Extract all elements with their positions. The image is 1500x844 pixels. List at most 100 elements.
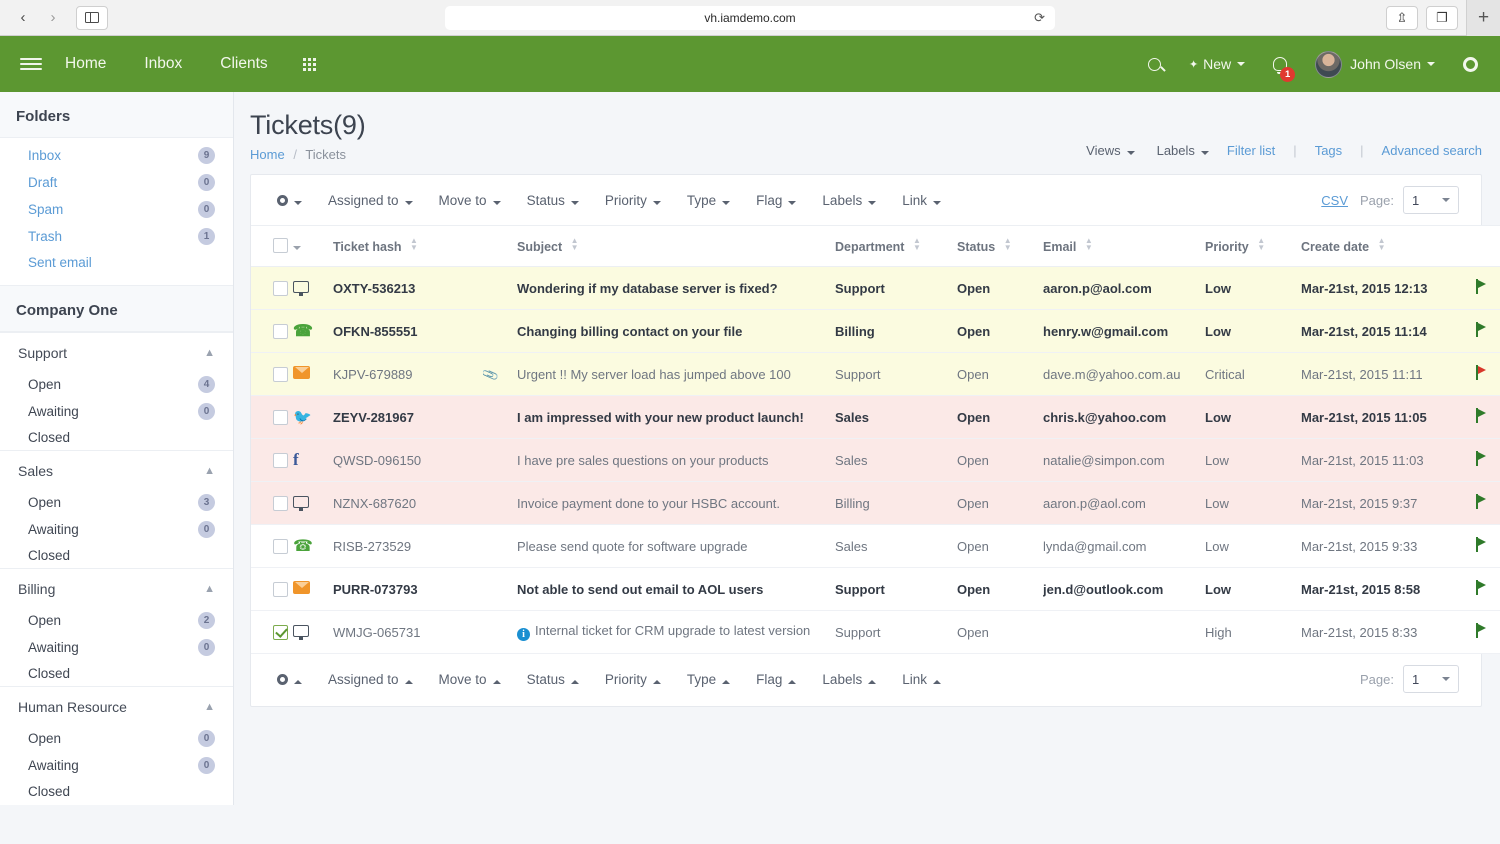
row-checkbox[interactable]: [273, 410, 288, 425]
settings-button[interactable]: [1449, 57, 1500, 72]
row-ticket-hash[interactable]: ZEYV-281967: [333, 396, 483, 439]
share-icon[interactable]: ⇫: [1386, 6, 1418, 30]
user-menu[interactable]: John Olsen: [1301, 51, 1449, 78]
bottom-move-to[interactable]: Move to: [439, 672, 501, 687]
bottom-link[interactable]: Link: [902, 672, 941, 687]
bottom-labels[interactable]: Labels: [822, 672, 876, 687]
row-checkbox[interactable]: [273, 367, 288, 382]
row-flag-cell[interactable]: [1473, 482, 1500, 525]
row-subject[interactable]: Urgent !! My server load has jumped abov…: [517, 353, 835, 396]
sidebar-item-hr-awaiting[interactable]: Awaiting 0: [0, 752, 233, 779]
table-row[interactable]: 🐦ZEYV-281967I am impressed with your new…: [251, 396, 1500, 439]
sidebar-group-sales[interactable]: Sales ▲: [0, 450, 233, 489]
row-checkbox[interactable]: [273, 281, 288, 296]
row-subject[interactable]: Not able to send out email to AOL users: [517, 568, 835, 611]
bottom-type[interactable]: Type: [687, 672, 730, 687]
sidebar-item-billing-awaiting[interactable]: Awaiting 0: [0, 634, 233, 661]
row-subject[interactable]: Wondering if my database server is fixed…: [517, 267, 835, 310]
sidebar-item-sales-closed[interactable]: Closed: [0, 543, 233, 568]
row-subject[interactable]: Invoice payment done to your HSBC accoun…: [517, 482, 835, 525]
row-checkbox[interactable]: [273, 324, 288, 339]
hamburger-icon[interactable]: [16, 54, 46, 74]
row-subject[interactable]: Changing billing contact on your file: [517, 310, 835, 353]
toolbar-status[interactable]: Status: [527, 193, 579, 208]
select-all-checkbox[interactable]: [273, 238, 288, 253]
row-flag-cell[interactable]: [1473, 525, 1500, 568]
apps-grid-icon[interactable]: [303, 58, 316, 71]
sidebar-group-human-resource[interactable]: Human Resource ▲: [0, 686, 233, 725]
row-flag-cell[interactable]: [1473, 267, 1500, 310]
row-checkbox[interactable]: [273, 453, 288, 468]
notifications-button[interactable]: 1: [1259, 57, 1301, 71]
nav-link-home[interactable]: Home: [46, 36, 125, 92]
views-dropdown[interactable]: Views: [1086, 143, 1134, 158]
table-row[interactable]: OXTY-536213Wondering if my database serv…: [251, 267, 1500, 310]
row-flag-cell[interactable]: [1473, 353, 1500, 396]
row-subject[interactable]: I am impressed with your new product lau…: [517, 396, 835, 439]
filter-list-link[interactable]: Filter list: [1227, 143, 1275, 158]
forward-icon[interactable]: ›: [40, 6, 66, 30]
sidebar-group-billing[interactable]: Billing ▲: [0, 568, 233, 607]
table-row[interactable]: ☎RISB-273529Please send quote for softwa…: [251, 525, 1500, 568]
col-ticket-hash[interactable]: Ticket hash ▲▼: [333, 226, 483, 267]
bottom-assigned-to[interactable]: Assigned to: [328, 672, 413, 687]
toolbar-settings-button[interactable]: [277, 193, 302, 208]
tabs-overview-icon[interactable]: ❐: [1426, 6, 1458, 30]
col-department[interactable]: Department ▲▼: [835, 226, 957, 267]
row-ticket-hash[interactable]: NZNX-687620: [333, 482, 483, 525]
row-checkbox[interactable]: [273, 582, 288, 597]
sidebar-item-draft[interactable]: Draft 0: [0, 169, 233, 196]
csv-export-link[interactable]: CSV: [1321, 193, 1348, 208]
sidebar-item-support-closed[interactable]: Closed: [0, 425, 233, 450]
table-row[interactable]: PURR-073793Not able to send out email to…: [251, 568, 1500, 611]
toolbar-flag[interactable]: Flag: [756, 193, 796, 208]
advanced-search-link[interactable]: Advanced search: [1382, 143, 1482, 158]
reload-icon[interactable]: ⟳: [1034, 10, 1045, 26]
address-bar[interactable]: vh.iamdemo.com ⟳: [445, 6, 1055, 30]
tags-link[interactable]: Tags: [1315, 143, 1342, 158]
table-row[interactable]: KJPV-679889📎Urgent !! My server load has…: [251, 353, 1500, 396]
table-row[interactable]: ☎OFKN-855551Changing billing contact on …: [251, 310, 1500, 353]
back-icon[interactable]: ‹: [10, 6, 36, 30]
table-row[interactable]: WMJG-065731 iInternal ticket for CRM upgr…: [251, 611, 1500, 654]
breadcrumb-home[interactable]: Home: [250, 147, 285, 162]
row-subject[interactable]: iInternal ticket for CRM upgrade to late…: [517, 611, 835, 654]
row-checkbox[interactable]: [273, 625, 288, 640]
page-select[interactable]: 1: [1403, 665, 1459, 693]
toolbar-move-to[interactable]: Move to: [439, 193, 501, 208]
sidebar-item-trash[interactable]: Trash 1: [0, 223, 233, 250]
search-button[interactable]: [1134, 58, 1175, 71]
toolbar-type[interactable]: Type: [687, 193, 730, 208]
page-select[interactable]: 1: [1403, 186, 1459, 214]
col-priority[interactable]: Priority ▲▼: [1205, 226, 1301, 267]
labels-dropdown[interactable]: Labels: [1157, 143, 1209, 158]
col-bulk-dropdown[interactable]: [293, 226, 333, 267]
toolbar-priority[interactable]: Priority: [605, 193, 661, 208]
row-ticket-hash[interactable]: QWSD-096150: [333, 439, 483, 482]
sidebar-item-sent-email[interactable]: Sent email: [0, 250, 233, 275]
col-subject[interactable]: Subject ▲▼: [517, 226, 835, 267]
bottom-status[interactable]: Status: [527, 672, 579, 687]
row-flag-cell[interactable]: [1473, 568, 1500, 611]
table-row[interactable]: NZNX-687620 Invoice payment done to your …: [251, 482, 1500, 525]
new-button[interactable]: ✦ New: [1175, 56, 1259, 72]
row-flag-cell[interactable]: [1473, 439, 1500, 482]
sidebar-toggle-icon[interactable]: [76, 6, 108, 30]
col-status[interactable]: Status ▲▼: [957, 226, 1043, 267]
row-flag-cell[interactable]: [1473, 310, 1500, 353]
row-subject[interactable]: Please send quote for software upgrade: [517, 525, 835, 568]
row-ticket-hash[interactable]: RISB-273529: [333, 525, 483, 568]
col-create-date[interactable]: Create date ▲▼: [1301, 226, 1473, 267]
toolbar-labels[interactable]: Labels: [822, 193, 876, 208]
sidebar-item-support-open[interactable]: Open 4: [0, 371, 233, 398]
sidebar-item-hr-closed[interactable]: Closed: [0, 779, 233, 804]
row-checkbox[interactable]: [273, 539, 288, 554]
bottom-flag[interactable]: Flag: [756, 672, 796, 687]
row-ticket-hash[interactable]: OFKN-855551: [333, 310, 483, 353]
row-subject[interactable]: I have pre sales questions on your produ…: [517, 439, 835, 482]
sidebar-item-billing-closed[interactable]: Closed: [0, 661, 233, 686]
row-ticket-hash[interactable]: KJPV-679889: [333, 353, 483, 396]
row-ticket-hash[interactable]: WMJG-065731: [333, 611, 483, 654]
sidebar-item-spam[interactable]: Spam 0: [0, 196, 233, 223]
sidebar-item-hr-open[interactable]: Open 0: [0, 725, 233, 752]
